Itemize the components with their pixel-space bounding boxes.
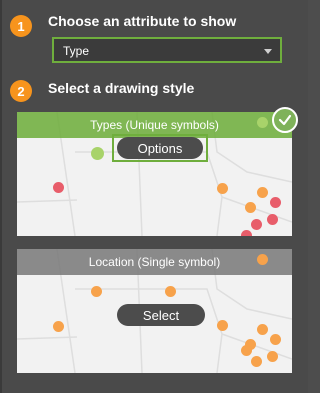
- map-symbol: [267, 351, 278, 362]
- smart-mapping-panel: 1 Choose an attribute to show Type 2 Sel…: [0, 0, 308, 393]
- map-symbol: [241, 230, 252, 236]
- attribute-select[interactable]: Type: [52, 37, 282, 63]
- map-symbol: [245, 202, 256, 213]
- map-symbol: [53, 321, 64, 332]
- map-symbol: [257, 187, 268, 198]
- style-title-location: Location (Single symbol): [17, 249, 292, 275]
- map-symbol: [251, 219, 262, 230]
- step-2-badge: 2: [10, 80, 32, 102]
- step-2-title: Select a drawing style: [48, 80, 195, 96]
- map-symbol: [270, 197, 281, 208]
- map-symbol: [91, 286, 102, 297]
- map-symbol: [217, 183, 228, 194]
- select-button[interactable]: Select: [117, 304, 205, 326]
- map-symbol: [251, 356, 262, 367]
- chevron-down-icon: [264, 49, 272, 54]
- step-1-badge: 1: [10, 15, 32, 37]
- map-symbol: [241, 345, 252, 356]
- map-symbol: [270, 334, 281, 345]
- drawing-style-card-types[interactable]: Types (Unique symbols): [17, 112, 292, 236]
- step-1-title: Choose an attribute to show: [48, 13, 237, 29]
- options-button-focus-ring: Options: [112, 134, 208, 162]
- map-symbol: [257, 254, 268, 265]
- map-symbol: [267, 214, 278, 225]
- map-symbol: [53, 182, 64, 193]
- check-icon: [272, 107, 298, 133]
- attribute-select-value: Type: [63, 44, 90, 58]
- map-symbol: [91, 147, 104, 160]
- map-symbol: [257, 117, 268, 128]
- map-symbol: [257, 324, 268, 335]
- options-button[interactable]: Options: [117, 137, 203, 159]
- map-symbol: [165, 286, 176, 297]
- map-symbol: [217, 320, 228, 331]
